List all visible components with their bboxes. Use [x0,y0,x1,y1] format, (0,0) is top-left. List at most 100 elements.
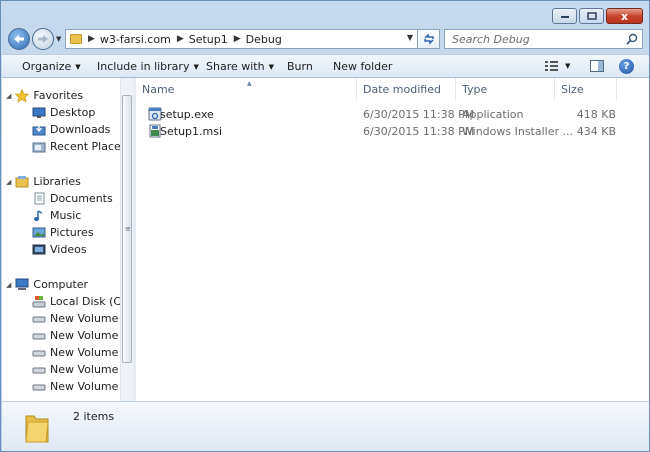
details-pane: 2 items [2,401,649,451]
breadcrumb-setup1[interactable]: Setup1 [189,33,228,46]
back-button[interactable] [8,28,30,50]
grip-icon: ≡ [125,225,131,233]
desktop-icon [32,107,46,118]
nav-downloads[interactable]: Downloads [32,121,110,138]
nav-videos[interactable]: Videos [32,241,87,258]
organize-button[interactable]: Organize ▼ [22,60,81,73]
music-icon [34,210,43,221]
nav-libraries-label: Libraries [33,175,81,188]
nav-desktop[interactable]: Desktop [32,104,95,121]
share-with-button[interactable]: Share with ▼ [206,60,274,73]
drive-icon [32,384,46,391]
file-row[interactable]: Setup1.msi 6/30/2015 11:38 PM Windows In… [142,123,642,140]
nav-drive[interactable]: New Volume (F: [32,344,133,361]
forward-arrow-icon [38,35,48,43]
minimize-button[interactable] [552,8,577,24]
maximize-icon [586,12,597,20]
nav-desktop-label: Desktop [50,106,96,119]
forward-button[interactable] [32,28,54,50]
column-header-date-modified[interactable]: Date modified [357,78,456,101]
nav-drive[interactable]: New Volume (H: [32,378,133,395]
navigation-pane: ◢ Favorites Desktop Downloads Recent Pla… [2,78,133,401]
close-button[interactable]: x [606,8,643,24]
chevron-down-icon: ▼ [193,63,199,71]
nav-documents-label: Documents [50,192,113,205]
preview-pane-icon[interactable] [590,60,604,72]
caption-buttons: x [552,8,643,24]
column-header-size[interactable]: Size [555,78,617,101]
star-icon [15,88,30,103]
column-header-type-label: Type [462,83,488,96]
change-view-icon[interactable] [545,61,558,72]
nav-recent-places-label: Recent Places [50,140,127,153]
file-type: Windows Installer ... [462,125,573,138]
include-in-library-button[interactable]: Include in library ▼ [97,60,199,73]
column-header-date-label: Date modified [363,83,441,96]
file-row[interactable]: setup.exe 6/30/2015 11:38 PM Application… [142,106,642,123]
file-date: 6/30/2015 11:38 PM [363,108,475,121]
column-header-name[interactable]: Name ▲ [136,78,357,101]
collapse-arrow-icon[interactable]: ◢ [6,281,11,289]
nav-recent-places[interactable]: Recent Places [32,138,127,155]
documents-icon [34,192,45,205]
drive-icon [32,316,46,323]
include-in-library-label: Include in library [97,60,190,73]
refresh-button[interactable] [418,29,440,49]
chevron-down-icon: ▼ [75,63,81,71]
breadcrumb-debug[interactable]: Debug [246,33,282,46]
address-dropdown-icon[interactable]: ▼ [407,33,413,42]
nav-scrollbar-thumb[interactable]: ≡ [122,95,132,363]
breadcrumb-separator[interactable]: ▶ [88,34,95,44]
nav-drive[interactable]: New Volume (G: [32,361,133,378]
nav-computer[interactable]: ◢ Computer [6,276,88,293]
nav-music-label: Music [50,209,82,222]
drive-icon [32,350,46,357]
explorer-window: x ▼ ▶ w3-farsi.com ▶ Setup1 ▶ Debug ▼ Se… [0,0,650,452]
folder-icon [70,34,82,44]
share-with-label: Share with [206,60,265,73]
recent-pages-dropdown[interactable]: ▼ [56,35,61,43]
file-name: setup.exe [160,108,214,121]
burn-button[interactable]: Burn [287,60,313,73]
recent-places-icon [32,142,46,152]
nav-libraries[interactable]: ◢ Libraries [6,173,81,190]
nav-drive[interactable]: Local Disk (C:) [32,293,129,310]
column-header-size-label: Size [561,83,584,96]
search-placeholder: Search Debug [452,33,530,46]
folder-icon [25,415,49,443]
breadcrumb-separator[interactable]: ▶ [177,34,184,44]
search-box[interactable]: Search Debug [444,29,643,49]
refresh-icon [423,33,434,45]
videos-icon [32,244,46,255]
search-icon[interactable] [626,33,638,45]
collapse-arrow-icon[interactable]: ◢ [6,92,11,100]
file-size: 434 KB [576,125,616,138]
address-bar[interactable]: ▶ w3-farsi.com ▶ Setup1 ▶ Debug ▼ [65,29,418,49]
nav-drive[interactable]: New Volume (D: [32,310,133,327]
nav-computer-label: Computer [33,278,89,291]
libraries-icon [15,176,29,188]
column-header-type[interactable]: Type [456,78,555,101]
collapse-arrow-icon[interactable]: ◢ [6,178,11,186]
nav-music[interactable]: Music [32,207,81,224]
nav-documents[interactable]: Documents [32,190,113,207]
nav-favorites[interactable]: ◢ Favorites [6,87,83,104]
nav-drive-label: Local Disk (C:) [50,295,130,308]
new-folder-button[interactable]: New folder [333,60,392,73]
help-icon[interactable]: ? [619,59,634,74]
nav-pictures[interactable]: Pictures [32,224,94,241]
breadcrumb-separator[interactable]: ▶ [234,34,241,44]
column-header-name-label: Name [142,83,175,96]
view-options-dropdown[interactable]: ▼ [565,62,570,70]
nav-scrollbar[interactable]: ≡ [120,78,133,401]
nav-drive[interactable]: New Volume (E: [32,327,133,344]
system-drive-icon [32,296,46,308]
file-list: Name ▲ Date modified Type Size setup.exe… [136,78,649,401]
back-arrow-icon [14,35,24,43]
maximize-button[interactable] [579,8,604,24]
computer-icon [15,278,29,290]
downloads-icon [32,123,46,135]
breadcrumb-w3-farsi[interactable]: w3-farsi.com [100,33,171,46]
nav-pictures-label: Pictures [50,226,94,239]
chevron-down-icon: ▼ [268,63,274,71]
